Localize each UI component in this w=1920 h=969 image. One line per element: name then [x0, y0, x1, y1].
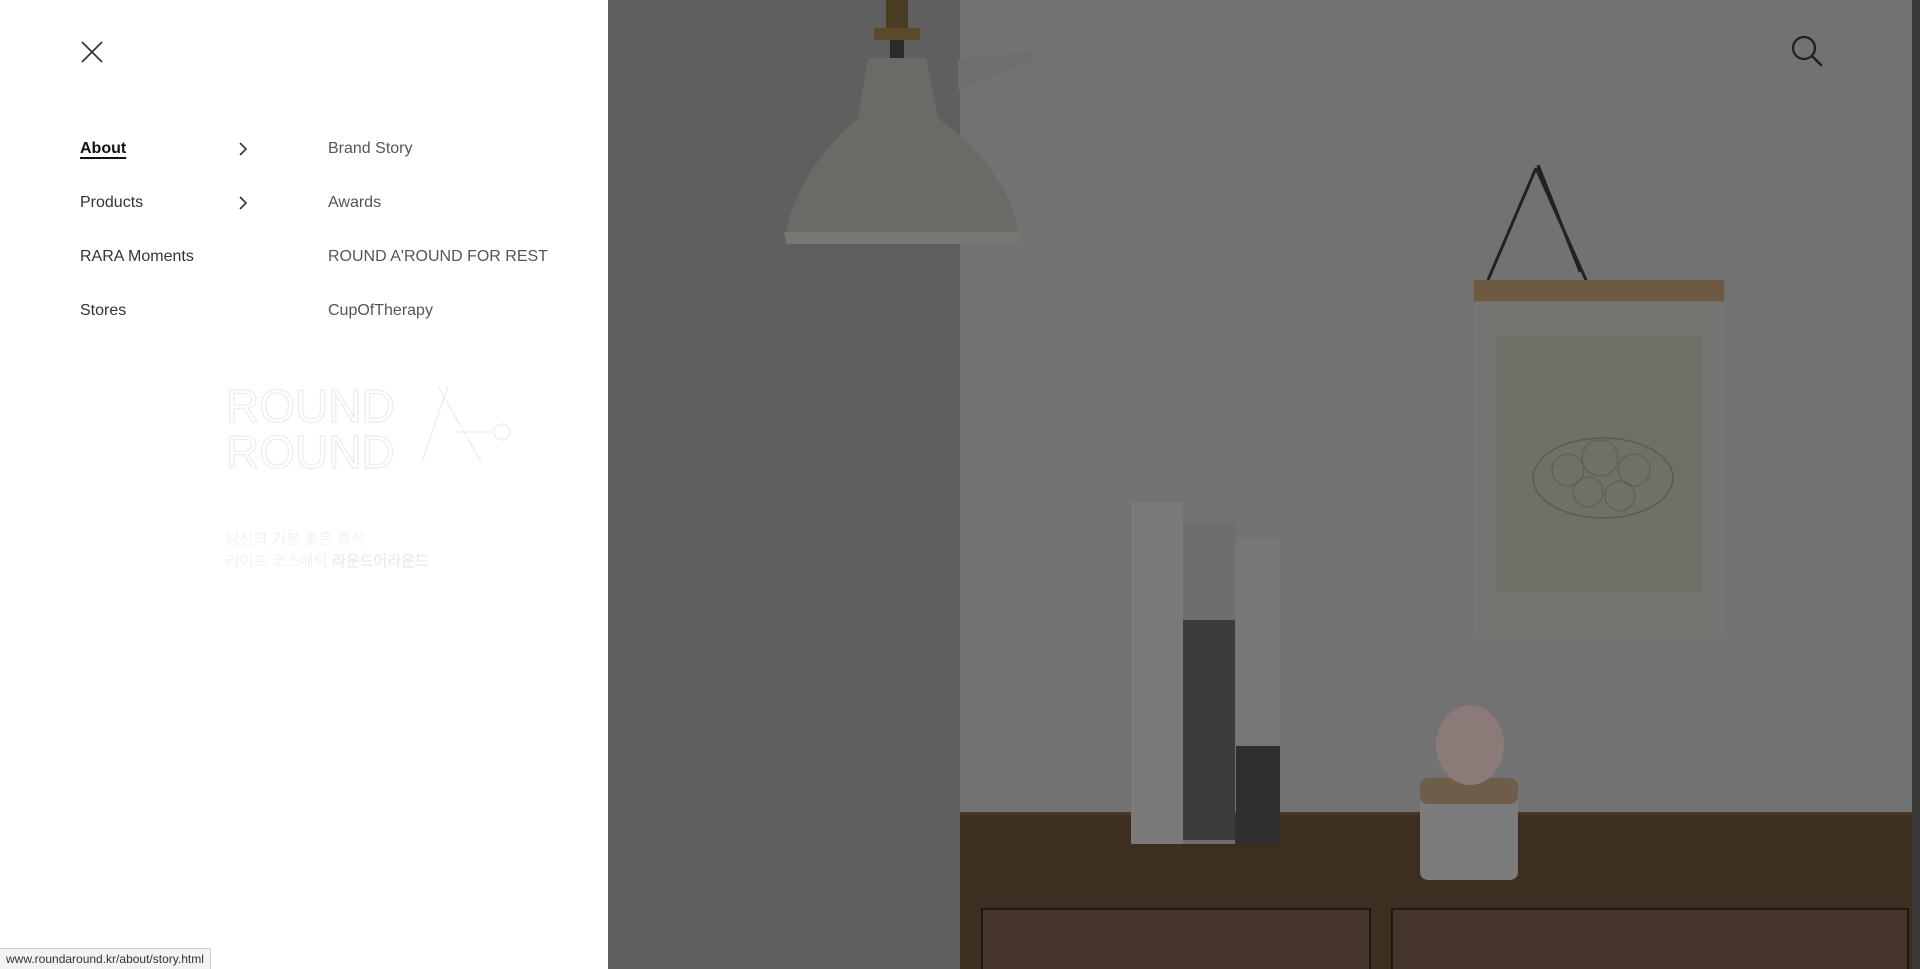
tagline-line-1: 당신의 기분 좋은 휴식 [226, 530, 365, 548]
chevron-right-icon[interactable] [236, 196, 250, 210]
hanging-frame [1474, 164, 1724, 637]
browser-status-url: www.roundaround.kr/about/story.html [0, 948, 211, 969]
menu-item-stores: Stores [80, 298, 260, 352]
about-submenu: Brand Story Awards ROUND A'ROUND FOR RES… [328, 136, 588, 352]
books [1131, 502, 1280, 844]
menu-link-stores[interactable]: Stores [80, 298, 126, 324]
submenu-link-awards[interactable]: Awards [328, 194, 381, 211]
tagline-line-2: 라이프 코스메틱 라운드어라운드 [226, 550, 429, 572]
search-button[interactable] [1790, 34, 1824, 68]
tagline-brand-name: 라운드어라운드 [332, 552, 429, 570]
submenu-item: Brand Story [328, 136, 588, 190]
tagline-prefix: 라이프 코스메틱 [226, 552, 333, 570]
side-menu-panel: About Products RARA Moments Stores Brand… [0, 0, 608, 969]
submenu-item: CupOfTherapy [328, 298, 588, 352]
close-icon [81, 41, 103, 63]
svg-text:ROUND: ROUND [226, 382, 395, 432]
submenu-link-cupoftherapy[interactable]: CupOfTherapy [328, 302, 433, 319]
submenu-item: ROUND A'ROUND FOR REST [328, 244, 588, 298]
menu-link-rara-moments[interactable]: RARA Moments [80, 244, 194, 270]
close-menu-button[interactable] [78, 38, 106, 66]
pendant-lamp [784, 0, 1038, 244]
brand-logo: ROUND ROUND [226, 382, 511, 472]
primary-menu: About Products RARA Moments Stores [80, 136, 260, 352]
submenu-link-brand-story[interactable]: Brand Story [328, 140, 412, 157]
chevron-right-icon[interactable] [236, 142, 250, 156]
submenu-item: Awards [328, 190, 588, 244]
hero-background-image [608, 0, 1920, 969]
menu-item-products: Products [80, 190, 260, 244]
figurine-diffuser [1420, 705, 1518, 880]
scene-illustration [784, 0, 1724, 880]
search-icon [1791, 35, 1823, 67]
menu-link-products[interactable]: Products [80, 190, 143, 216]
menu-item-rara-moments: RARA Moments [80, 244, 260, 298]
menu-link-about[interactable]: About [80, 136, 126, 162]
brand-tagline: 당신의 기분 좋은 휴식 라이프 코스메틱 라운드어라운드 [226, 528, 429, 572]
svg-text:ROUND: ROUND [226, 426, 395, 472]
menu-item-about: About [80, 136, 260, 190]
submenu-link-round-around-for-rest[interactable]: ROUND A'ROUND FOR REST [328, 248, 548, 265]
